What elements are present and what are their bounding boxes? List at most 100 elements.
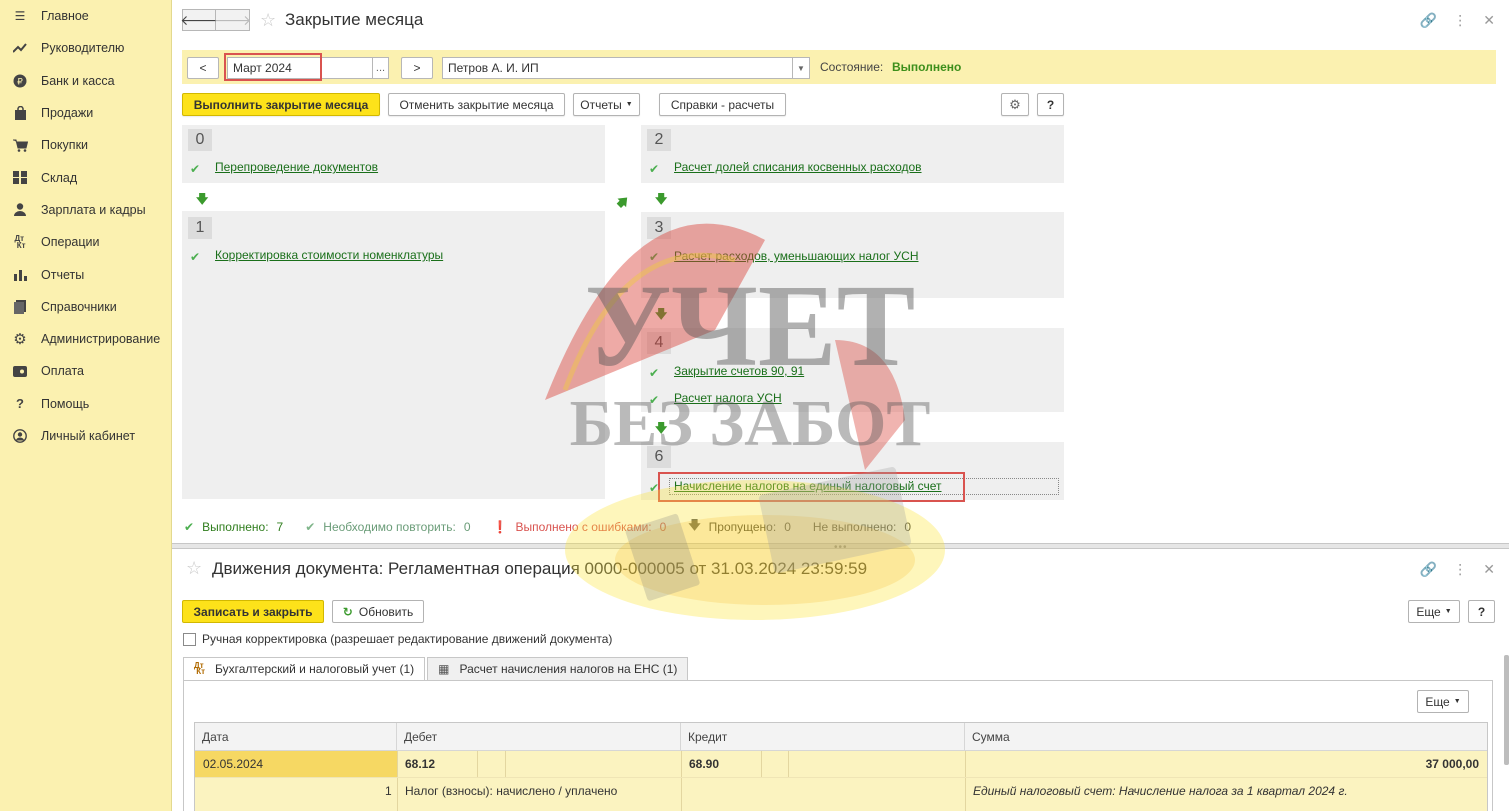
tab-ens-calc[interactable]: ▦ Расчет начисления налогов на ЕНС (1) (427, 657, 689, 681)
sidebar-item-bank[interactable]: ₽ Банк и касса (0, 65, 171, 97)
close-icon[interactable]: ✕ (1483, 12, 1495, 29)
document-movements-form: ☆ Движения документа: Регламентная опера… (172, 549, 1509, 811)
tab-more-button[interactable]: Еще ▼ (1417, 690, 1469, 713)
step-number-3: 3 (647, 217, 671, 239)
cancel-closing-button[interactable]: Отменить закрытие месяца (388, 93, 565, 116)
link-icon[interactable]: 🔗 (1420, 561, 1437, 578)
sidebar: ☰ Главное Руководителю ₽ Банк и касса Прод… (0, 0, 172, 811)
svg-text:₽: ₽ (17, 77, 23, 87)
sidebar-item-account[interactable]: Личный кабинет (0, 420, 171, 452)
cell-line-number: 1 (385, 784, 392, 798)
step-link-indirect-costs[interactable]: Расчет долей списания косвенных расходов (674, 160, 922, 174)
references-button[interactable]: Справки - расчеты (659, 93, 786, 116)
sidebar-item-help[interactable]: ? Помощь (0, 388, 171, 420)
check-icon: ✔ (649, 366, 660, 380)
not-done-value: 0 (904, 519, 912, 534)
settings-button[interactable]: ⚙ (1001, 93, 1029, 116)
tab-ens-calc-label: Расчет начисления налогов на ЕНС (1) (459, 662, 678, 676)
sidebar-item-operations[interactable]: Дт Кт Операции (0, 226, 171, 258)
tab-accounting[interactable]: Дт Кт Бухгалтерский и налоговый учет (1) (183, 657, 426, 681)
skipped-label: Пропущено: (708, 519, 777, 534)
period-select-button[interactable]: ... (373, 57, 389, 79)
column-header-credit[interactable]: Кредит (681, 723, 965, 751)
favorite-star-icon[interactable]: ☆ (186, 558, 202, 579)
more-vertical-icon[interactable]: ⋮ (1453, 561, 1467, 578)
book-icon (12, 299, 28, 315)
arrow-diagonal-icon: 🡇 (613, 192, 633, 211)
check-icon: ✔ (190, 162, 201, 176)
question-icon: ? (16, 396, 24, 412)
help-button[interactable]: ? (1468, 600, 1495, 623)
manual-correction-checkbox[interactable] (183, 632, 196, 646)
refresh-label: Обновить (358, 604, 414, 619)
gear-icon: ⚙ (1009, 96, 1021, 112)
more-vertical-icon[interactable]: ⋮ (1453, 12, 1467, 29)
sidebar-item-main[interactable]: ☰ Главное (0, 0, 171, 32)
sidebar-item-directories[interactable]: Справочники (0, 291, 171, 323)
payment-icon (12, 363, 28, 379)
state-label: Состояние: (820, 60, 884, 74)
help-button[interactable]: ? (1037, 93, 1064, 116)
sidebar-item-admin[interactable]: ⚙ Администрирование (0, 323, 171, 355)
col-sep (681, 751, 682, 811)
step-link-close-90-91[interactable]: Закрытие счетов 90, 91 (674, 364, 804, 378)
arrow-down-icon: 🡇 (655, 307, 668, 321)
repeat-value: 0 (463, 519, 471, 534)
prev-period-button[interactable]: < (187, 57, 219, 79)
sidebar-item-reports[interactable]: Отчеты (0, 258, 171, 290)
sidebar-item-purchases[interactable]: Покупки (0, 129, 171, 161)
manual-correction-label: Ручная корректировка (разрешает редактир… (202, 632, 613, 646)
forward-button[interactable]: 🡒 (214, 9, 251, 31)
organization-input[interactable]: Петров А. И. ИП (442, 57, 810, 79)
sidebar-item-salary[interactable]: Зарплата и кадры (0, 194, 171, 226)
organization-dropdown-button[interactable]: ▼ (792, 57, 810, 79)
chevron-down-icon: ▼ (1444, 608, 1452, 615)
ruble-icon: ₽ (12, 73, 28, 89)
step-link-reposting[interactable]: Перепроведение документов (215, 160, 378, 174)
sidebar-item-payment[interactable]: Оплата (0, 355, 171, 387)
bag-icon (12, 105, 28, 121)
manual-correction-row: Ручная корректировка (разрешает редактир… (183, 632, 612, 646)
cell-debit: 68.12 (405, 757, 436, 771)
table-row[interactable]: 02.05.2024 68.12 68.90 37 000,00 1 Налог… (195, 751, 1487, 811)
repeat-label: Необходимо повторить: (323, 519, 456, 534)
column-header-date[interactable]: Дата (195, 723, 397, 751)
col-sep (397, 751, 398, 811)
refresh-button[interactable]: ↻ Обновить (332, 600, 424, 623)
step-number-0: 0 (188, 129, 212, 151)
done-value: 7 (276, 519, 284, 534)
col-sep (761, 751, 762, 777)
column-header-debit[interactable]: Дебет (397, 723, 681, 751)
step-link-usn-expenses[interactable]: Расчет расходов, уменьшающих налог УСН (674, 249, 919, 263)
arrow-down-icon: 🡇 (688, 518, 701, 532)
reports-dropdown-button[interactable]: Отчеты ▼ (573, 93, 640, 116)
execute-closing-button[interactable]: Выполнить закрытие месяца (182, 93, 380, 116)
cell-date: 02.05.2024 (203, 757, 264, 771)
step-link-cost-adjustment[interactable]: Корректировка стоимости номенклатуры (215, 248, 443, 262)
errors-label: Выполнено с ошибками: (515, 519, 652, 534)
exclamation-icon: ❗ (492, 519, 508, 534)
chevron-down-icon: ▼ (797, 63, 805, 73)
link-icon[interactable]: 🔗 (1420, 12, 1437, 29)
movements-table: Дата Дебет Кредит Сумма 02.05.2024 68.12… (194, 722, 1488, 811)
more-button[interactable]: Еще ▼ (1408, 600, 1460, 623)
step-link-usn-tax[interactable]: Расчет налога УСН (674, 391, 782, 405)
sidebar-item-manager[interactable]: Руководителю (0, 32, 171, 64)
back-button[interactable]: 🡐 (180, 9, 218, 31)
column-header-sum[interactable]: Сумма (965, 723, 1487, 751)
refresh-icon: ↻ (342, 604, 353, 619)
close-icon[interactable]: ✕ (1483, 561, 1495, 578)
favorite-star-icon[interactable]: ☆ (260, 10, 276, 31)
left-steps-panel (182, 125, 605, 499)
gear-icon: ⚙ (13, 331, 27, 349)
next-period-button[interactable]: > (401, 57, 433, 79)
check-icon: ✔ (649, 250, 660, 264)
sidebar-item-warehouse[interactable]: Склад (0, 161, 171, 193)
cell-credit: 68.90 (689, 757, 720, 771)
sidebar-item-sales[interactable]: Продажи (0, 97, 171, 129)
save-close-button[interactable]: Записать и закрыть (182, 600, 324, 623)
step-number-4: 4 (647, 332, 671, 354)
document-title: Движения документа: Регламентная операци… (212, 559, 868, 578)
chevron-down-icon: ▼ (1453, 698, 1461, 705)
scrollbar[interactable] (1504, 655, 1509, 765)
